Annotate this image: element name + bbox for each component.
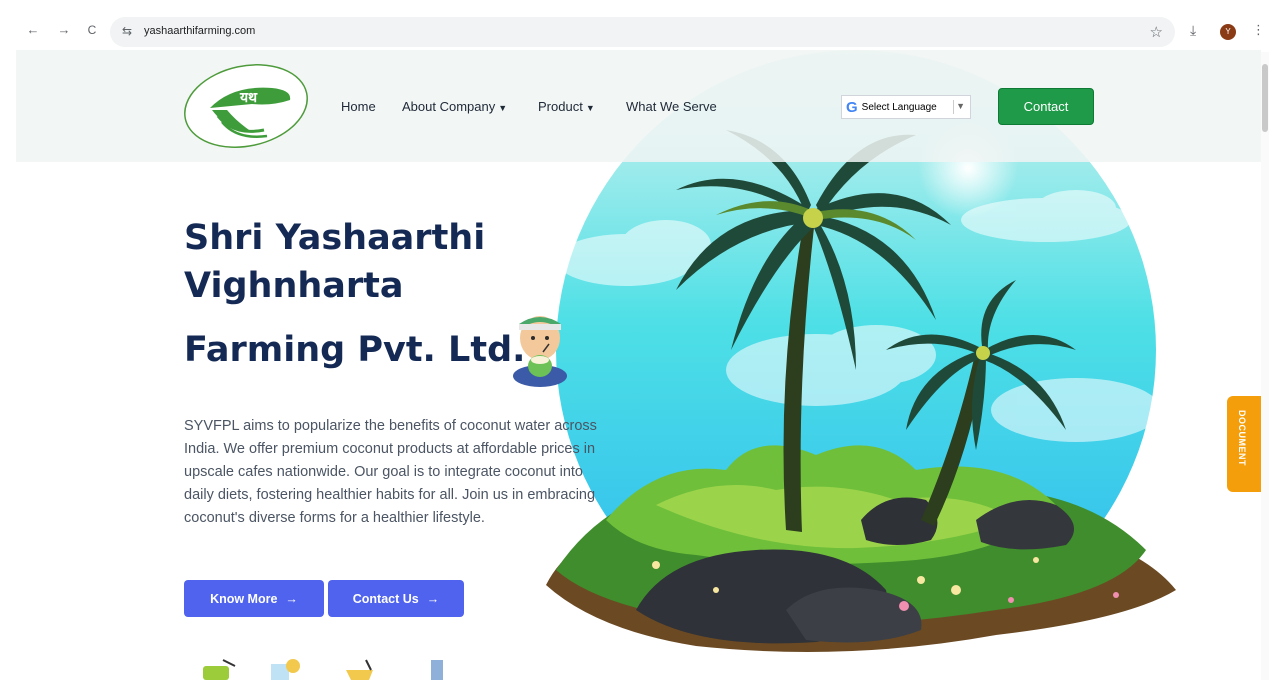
bookmark-star-icon[interactable]: ☆ <box>1150 23 1163 41</box>
dropdown-arrow-icon: ▼ <box>956 101 965 111</box>
bottle-icon <box>431 660 443 680</box>
product-icons-row <box>203 659 443 680</box>
know-more-button[interactable]: Know More → <box>184 580 324 617</box>
reload-icon[interactable]: C <box>84 22 100 38</box>
know-more-label: Know More <box>210 591 278 606</box>
hero-title-line-3: Farming Pvt. Ltd. <box>184 330 526 370</box>
back-icon[interactable]: ← <box>25 22 41 38</box>
smoothie-icon <box>346 659 373 680</box>
nav-home[interactable]: Home <box>341 99 376 114</box>
nav-what-we-serve[interactable]: What We Serve <box>626 99 717 114</box>
forward-icon[interactable]: → <box>56 22 72 38</box>
menu-dots-icon[interactable]: ⋮ <box>1252 22 1265 38</box>
caret-down-icon: ▼ <box>585 103 595 113</box>
caret-down-icon: ▼ <box>498 103 508 113</box>
nav-product-label: Product <box>538 99 583 114</box>
coconut-mascot <box>513 316 567 387</box>
document-tab-label: DOCUMENT <box>1237 410 1247 466</box>
hero-description: SYVFPL aims to popularize the benefits o… <box>184 418 597 526</box>
download-icon[interactable]: ⤓ <box>1190 22 1196 39</box>
language-select-label: Select Language <box>861 101 937 113</box>
nav-about-company-label: About Company <box>402 99 496 114</box>
company-logo[interactable]: यथ <box>182 60 312 152</box>
arrow-right-icon: → <box>285 591 298 606</box>
site-settings-icon[interactable]: ⇆ <box>122 24 132 38</box>
google-g-icon: G <box>846 98 858 116</box>
arrow-right-icon: → <box>426 591 440 606</box>
nav-what-we-serve-label: What We Serve <box>626 99 717 114</box>
contact-us-button[interactable]: Contact Us → <box>328 580 464 617</box>
language-select[interactable]: G Select Language ▼ <box>841 95 971 119</box>
url-text[interactable]: yashaarthifarming.com <box>144 25 255 37</box>
juice-icon <box>271 659 300 680</box>
document-side-tab[interactable]: DOCUMENT <box>1227 396 1261 492</box>
site-header: यथ Home About Company ▼ Product ▼ What We … <box>16 50 1261 162</box>
hero-title-line-2: Vighnharta <box>184 266 404 306</box>
address-bar[interactable]: ⇆ yashaarthifarming.com ☆ <box>110 17 1175 47</box>
svg-text:यथ: यथ <box>239 90 258 106</box>
drink-icon <box>203 659 236 680</box>
scrollbar-thumb[interactable] <box>1262 64 1268 132</box>
web-page: यथ Home About Company ▼ Product ▼ What We … <box>16 50 1261 680</box>
profile-avatar[interactable]: Y <box>1220 24 1236 40</box>
browser-toolbar: ← → C ⇆ yashaarthifarming.com ☆ ⤓ Y ⋮ <box>0 0 1269 50</box>
nav-home-label: Home <box>341 99 376 114</box>
nav-about-company[interactable]: About Company ▼ <box>402 99 507 114</box>
page-scrollbar[interactable] <box>1261 52 1269 680</box>
contact-us-label: Contact Us <box>352 591 419 606</box>
contact-button[interactable]: Contact <box>998 88 1094 125</box>
nav-product[interactable]: Product ▼ <box>538 99 595 114</box>
